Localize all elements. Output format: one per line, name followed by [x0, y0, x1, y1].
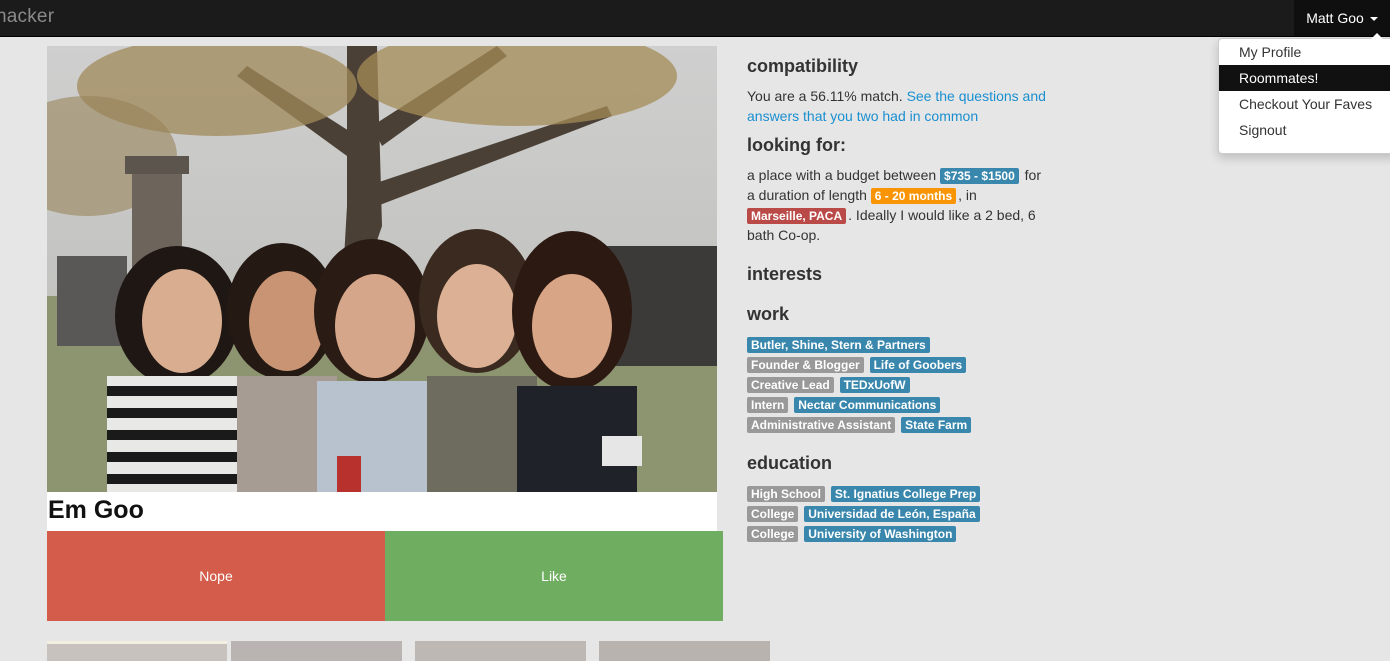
work-list: Butler, Shine, Stern & Partners Founder …	[747, 334, 1047, 434]
education-list: High School St. Ignatius College Prep Co…	[747, 483, 1047, 543]
work-role-tag: Intern	[747, 397, 789, 413]
user-menu-toggle[interactable]: Matt Goo	[1294, 0, 1390, 36]
work-row: Founder & Blogger Life of Goobers	[747, 354, 1047, 374]
looking-for-heading: looking for:	[747, 135, 846, 155]
work-row: Intern Nectar Communications	[747, 394, 1047, 414]
duration-tag: 6 - 20 months	[870, 188, 957, 204]
education-row: College Universidad de León, España	[747, 503, 1047, 523]
budget-prefix: a place with a budget between	[747, 167, 937, 183]
work-role-tag: Creative Lead	[747, 377, 834, 393]
budget-tag: $735 - $1500	[940, 168, 1019, 184]
location-tag: Marseille, PACA	[747, 208, 847, 224]
dropdown-arrow	[1371, 33, 1383, 39]
work-row: Butler, Shine, Stern & Partners	[747, 334, 1047, 354]
work-role-tag: Administrative Assistant	[747, 417, 896, 433]
brand-logo[interactable]: hacker	[0, 6, 54, 28]
like-button[interactable]: Like	[385, 531, 723, 621]
nope-button[interactable]: Nope	[47, 531, 385, 621]
work-row: Creative Lead TEDxUofW	[747, 374, 1047, 394]
thumbnail-2[interactable]	[231, 641, 402, 661]
interests-heading: interests	[747, 264, 823, 284]
work-org-tag: TEDxUofW	[839, 377, 910, 393]
menu-item-signout[interactable]: Signout	[1219, 117, 1390, 143]
thumbnail-3[interactable]	[415, 641, 586, 661]
user-dropdown-menu: My Profile Roommates! Checkout Your Fave…	[1218, 33, 1390, 154]
thumbnail-4[interactable]	[599, 641, 770, 661]
menu-item-checkout-faves[interactable]: Checkout Your Faves	[1219, 91, 1390, 117]
caret-down-icon	[1369, 17, 1378, 21]
education-school-tag: Universidad de León, España	[804, 506, 980, 522]
education-school-tag: University of Washington	[804, 526, 957, 542]
looking-for-text: a place with a budget between $735 - $15…	[747, 165, 1047, 245]
work-heading: work	[747, 304, 790, 324]
user-name: Matt Goo	[1306, 10, 1364, 26]
education-heading: education	[747, 453, 833, 473]
work-org-tag: State Farm	[901, 417, 972, 433]
education-school-tag: St. Ignatius College Prep	[830, 486, 981, 502]
education-row: College University of Washington	[747, 523, 1047, 543]
profile-info: compatibility You are a 56.11% match. Se…	[747, 56, 1047, 543]
education-level-tag: College	[747, 526, 799, 542]
profile-name-bar: Em Goo	[47, 492, 717, 531]
work-role-tag: Founder & Blogger	[747, 357, 864, 373]
menu-item-my-profile[interactable]: My Profile	[1219, 39, 1390, 65]
work-org-tag: Nectar Communications	[794, 397, 941, 413]
work-row: Administrative Assistant State Farm	[747, 414, 1047, 434]
top-navbar: hacker Matt Goo	[0, 0, 1390, 37]
education-level-tag: College	[747, 506, 799, 522]
match-text: You are a 56.11% match.	[747, 88, 903, 104]
work-org-tag: Butler, Shine, Stern & Partners	[747, 337, 930, 353]
menu-item-roommates[interactable]: Roommates!	[1219, 65, 1390, 91]
profile-name: Em Goo	[48, 496, 144, 524]
compatibility-heading: compatibility	[747, 56, 859, 76]
compatibility-text: You are a 56.11% match. See the question…	[747, 86, 1047, 126]
education-row: High School St. Ignatius College Prep	[747, 483, 1047, 503]
work-org-tag: Life of Goobers	[869, 357, 967, 373]
education-level-tag: High School	[747, 486, 825, 502]
thumbnail-1[interactable]	[47, 641, 227, 661]
location-prefix: , in	[958, 187, 977, 203]
profile-photo	[47, 46, 717, 492]
